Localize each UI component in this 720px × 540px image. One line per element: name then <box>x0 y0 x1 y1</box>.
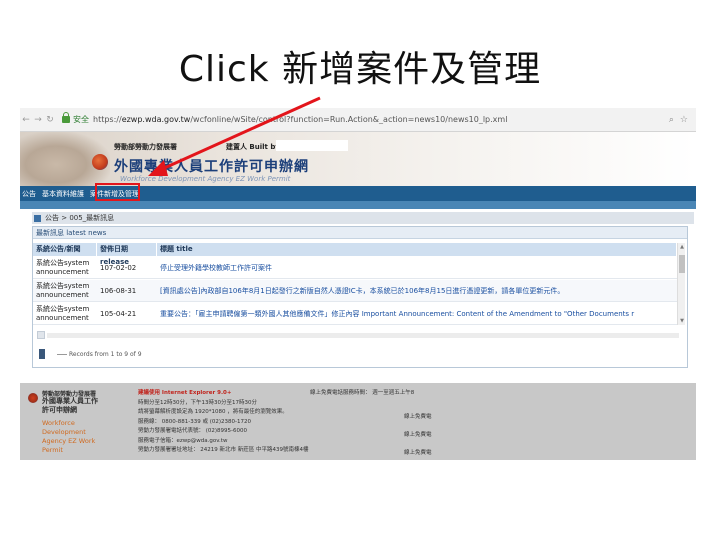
forward-icon[interactable]: → <box>32 115 44 125</box>
footer-link[interactable]: 線上免費電 <box>404 408 432 426</box>
col-type[interactable]: 系統公告/新聞 <box>33 243 97 256</box>
browser-screenshot: ← → ↻ 安全 https://ezwp.wda.gov.tw/wcfonli… <box>20 108 696 460</box>
footer-links: 線上免費電 線上免費電 線上免費電 <box>404 408 432 462</box>
url-text[interactable]: https://ezwp.wda.gov.tw/wcfonline/wSite/… <box>93 115 669 124</box>
footer-link[interactable]: 線上免費電 <box>404 426 432 444</box>
pager-divider <box>57 354 67 355</box>
footer-browser-note: 建議使用 Internet Explorer 9.0+ <box>138 390 232 396</box>
redaction-box <box>276 140 348 151</box>
panel-title: 最新訊息 latest news <box>33 227 687 239</box>
site-banner: 勞動部勞動力發展署 建置人 Built by: 外國專業人員工作許可申辦網 Wo… <box>20 132 696 186</box>
nav-item-basic-data[interactable]: 基本資料維護 <box>42 189 84 199</box>
col-date[interactable]: 發佈日期 release <box>97 243 157 266</box>
agency-logo-icon <box>92 154 108 170</box>
footer-line: 請將螢幕解析度設定為 1920*1080 ，將有最佳的瀏覽效果。 <box>138 409 288 415</box>
pager: Records from 1 to 9 of 9 <box>33 327 687 367</box>
system-name-en: Workforce Development Agency EZ Work Per… <box>120 175 291 183</box>
back-icon[interactable]: ← <box>20 115 32 125</box>
dept-name: 勞動部勞動力發展署 <box>114 143 177 151</box>
system-name: 外國專業人員工作許可申辦網 <box>114 159 309 175</box>
footer-contact: 建議使用 Internet Explorer 9.0+ 時間分至12時30分，下… <box>138 389 338 456</box>
sub-nav <box>20 201 696 209</box>
page-icon <box>39 349 45 359</box>
row-title-link[interactable]: [資訊處公告]內政部自106年8月1日起發行之新版自然人憑證IC卡，本系統已於1… <box>157 280 677 301</box>
row-date: 107-02-02 <box>100 263 137 272</box>
footer-line: 勞動力發展署電話代表號： (02)8995-6000 <box>138 428 248 434</box>
table-row[interactable]: 系統公告system announcement 105-04-21 重要公告：「… <box>33 303 677 325</box>
records-count: Records from 1 to 9 of 9 <box>69 351 142 358</box>
row-type: 系統公告system announcement <box>36 305 90 322</box>
secure-label: 安全 <box>73 115 89 124</box>
scroll-up-icon[interactable]: ▲ <box>678 243 686 251</box>
footer-logo-icon <box>28 393 38 403</box>
footer-system: 外國專業人員工作許可申辦網 <box>42 397 98 414</box>
star-icon[interactable]: ☆ <box>680 115 688 125</box>
row-type: 系統公告system announcement <box>36 282 90 299</box>
scroll-down-icon[interactable]: ▼ <box>678 317 686 325</box>
scroll-thumb[interactable] <box>679 255 685 273</box>
annotation-highlight-box <box>95 183 140 201</box>
footer-email[interactable]: 服務電子信箱：ezwp@wda.gov.tw <box>138 437 338 447</box>
builder-label: 建置人 Built by: <box>226 143 283 151</box>
row-date: 106-08-31 <box>100 286 137 295</box>
address-bar[interactable]: ← → ↻ 安全 https://ezwp.wda.gov.tw/wcfonli… <box>20 108 696 132</box>
table-row[interactable]: 系統公告system announcement 106-08-31 [資訊處公告… <box>33 280 677 302</box>
slide-title: Click 新增案件及管理 <box>178 49 542 90</box>
row-title-link[interactable]: 停止受理外籍學校教師工作許可案件 <box>157 257 677 278</box>
breadcrumb-text[interactable]: 公告 > 005_最新訊息 <box>45 213 114 223</box>
footer-line: 服務線： 0800-881-339 或 (02)2380-1720 <box>138 418 251 425</box>
breadcrumb-icon <box>34 214 41 222</box>
footer-line: 時間分至12時30分，下午13時30分至17時30分 <box>138 399 257 406</box>
row-type: 系統公告system announcement <box>36 259 90 276</box>
row-title-link[interactable]: 重要公告：「雇主申請聘僱第一類外國人其他應備文件」修正內容 Important … <box>157 303 677 324</box>
footer-address: 勞動力發展署署址地址： 24219 新北市 新莊區 中平路439號南棟4樓 <box>138 447 309 453</box>
footer-link[interactable]: 線上免費電 <box>404 444 432 462</box>
news-panel: 最新訊息 latest news 系統公告/新聞 發佈日期 release 標題… <box>32 226 688 368</box>
search-icon[interactable]: ⌕ <box>669 115 674 125</box>
table-header: 系統公告/新聞 發佈日期 release 標題 title <box>33 243 677 266</box>
site-footer: 勞動部勞動力發展署 外國專業人員工作許可申辦網 Workforce Develo… <box>20 383 696 460</box>
footer-hours: 線上免費電話服務時間： 週一至週五上午8 <box>310 390 415 396</box>
horizontal-scrollbar[interactable] <box>47 333 679 338</box>
breadcrumb: 公告 > 005_最新訊息 <box>32 212 694 224</box>
nav-item-announcement[interactable]: 公告 <box>22 189 36 199</box>
reload-icon[interactable]: ↻ <box>44 115 56 125</box>
row-date: 105-04-21 <box>100 309 137 318</box>
vertical-scrollbar[interactable]: ▲ ▼ <box>677 243 685 325</box>
lock-icon <box>62 112 70 123</box>
col-title[interactable]: 標題 title <box>157 243 677 256</box>
footer-system-en: Workforce Development Agency EZ Work Per… <box>42 419 96 454</box>
table-row[interactable]: 系統公告system announcement 107-02-02 停止受理外籍… <box>33 257 677 279</box>
scroll-left-icon[interactable] <box>37 331 45 339</box>
